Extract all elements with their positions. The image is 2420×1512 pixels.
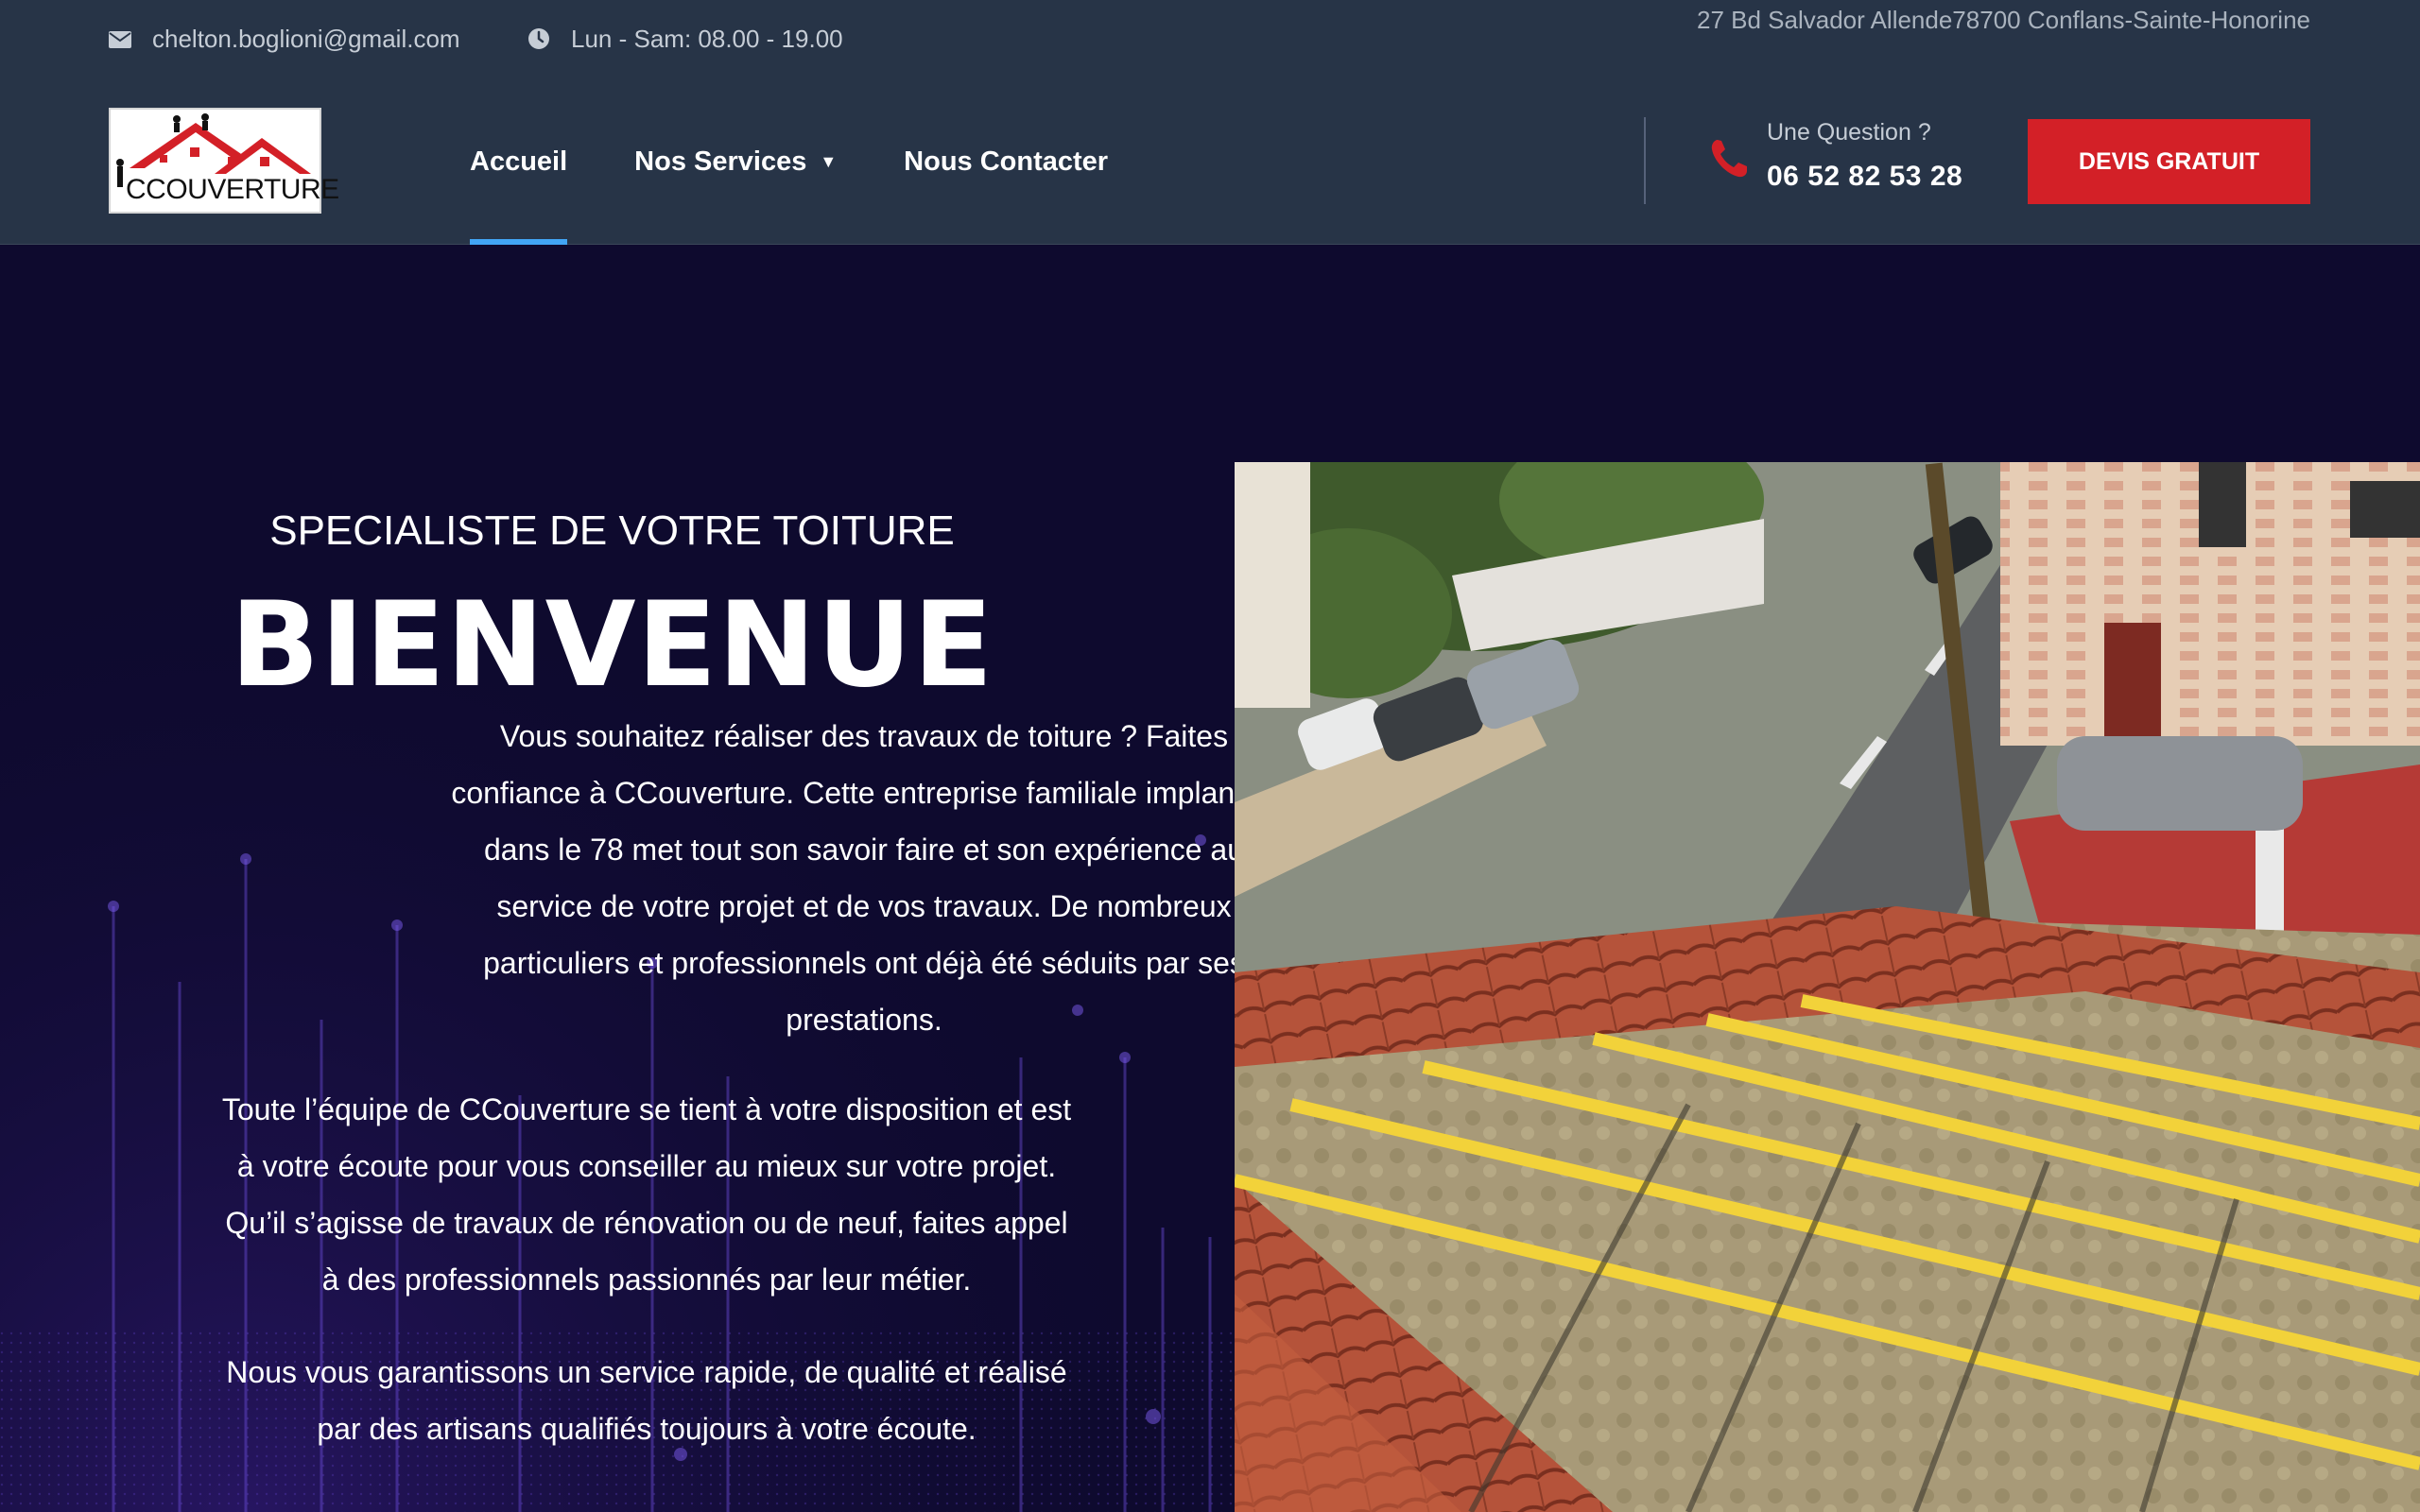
opening-hours: Lun - Sam: 08.00 - 19.00	[527, 23, 843, 55]
nav-label-accueil[interactable]: Accueil	[470, 146, 567, 178]
hero-paragraph-3: Nous vous garantissons un service rapide…	[226, 1355, 1067, 1446]
phone-number-link[interactable]: 06 52 82 53 28	[1767, 161, 1962, 193]
hero-subtitle: SPECIALISTE DE VOTRE TOITURE	[269, 507, 955, 554]
header-divider	[1644, 117, 1646, 204]
main-nav: Accueil Nos Services ▼ Nous Contacter	[470, 79, 1108, 245]
top-bar: chelton.boglioni@gmail.com Lun - Sam: 08…	[0, 0, 2420, 79]
hero-paragraph-2: Toute l’équipe de CCouverture se tient à…	[221, 1092, 1072, 1297]
nav-item-nous-contacter[interactable]: Nous Contacter	[904, 79, 1108, 245]
hero-paragraph-1: Vous souhaitez réaliser des travaux de t…	[451, 719, 1277, 1037]
caret-down-icon[interactable]: ▼	[820, 152, 837, 172]
free-quote-button[interactable]: DEVIS GRATUIT	[2028, 119, 2310, 204]
site-logo[interactable]: CCOUVERTURE	[109, 108, 339, 214]
hero-section: SPECIALISTE DE VOTRE TOITURE BIENVENUE V…	[0, 245, 2420, 1512]
address-text: 27 Bd Salvador Allende78700 Conflans-Sai…	[1697, 6, 2310, 34]
contact-email[interactable]: chelton.boglioni@gmail.com	[109, 23, 460, 55]
main-header: CCOUVERTURE Accueil Nos Services ▼ Nous …	[0, 79, 2420, 245]
hours-text: Lun - Sam: 08.00 - 19.00	[571, 24, 843, 53]
question-label: Une Question ?	[1767, 119, 1931, 146]
logo-text: CCOUVERTURE	[126, 174, 339, 205]
phone-icon	[1709, 138, 1749, 184]
nav-item-accueil[interactable]: Accueil	[470, 79, 568, 245]
email-text[interactable]: chelton.boglioni@gmail.com	[152, 25, 460, 54]
nav-label-nos-services[interactable]: Nos Services	[634, 146, 806, 178]
hero-title: BIENVENUE	[230, 577, 994, 713]
hero-roof-photo	[1235, 462, 2420, 1512]
clock-icon	[527, 27, 550, 50]
nav-label-nous-contacter[interactable]: Nous Contacter	[904, 146, 1108, 178]
envelope-icon	[109, 30, 131, 48]
nav-item-nos-services[interactable]: Nos Services ▼	[634, 79, 837, 245]
